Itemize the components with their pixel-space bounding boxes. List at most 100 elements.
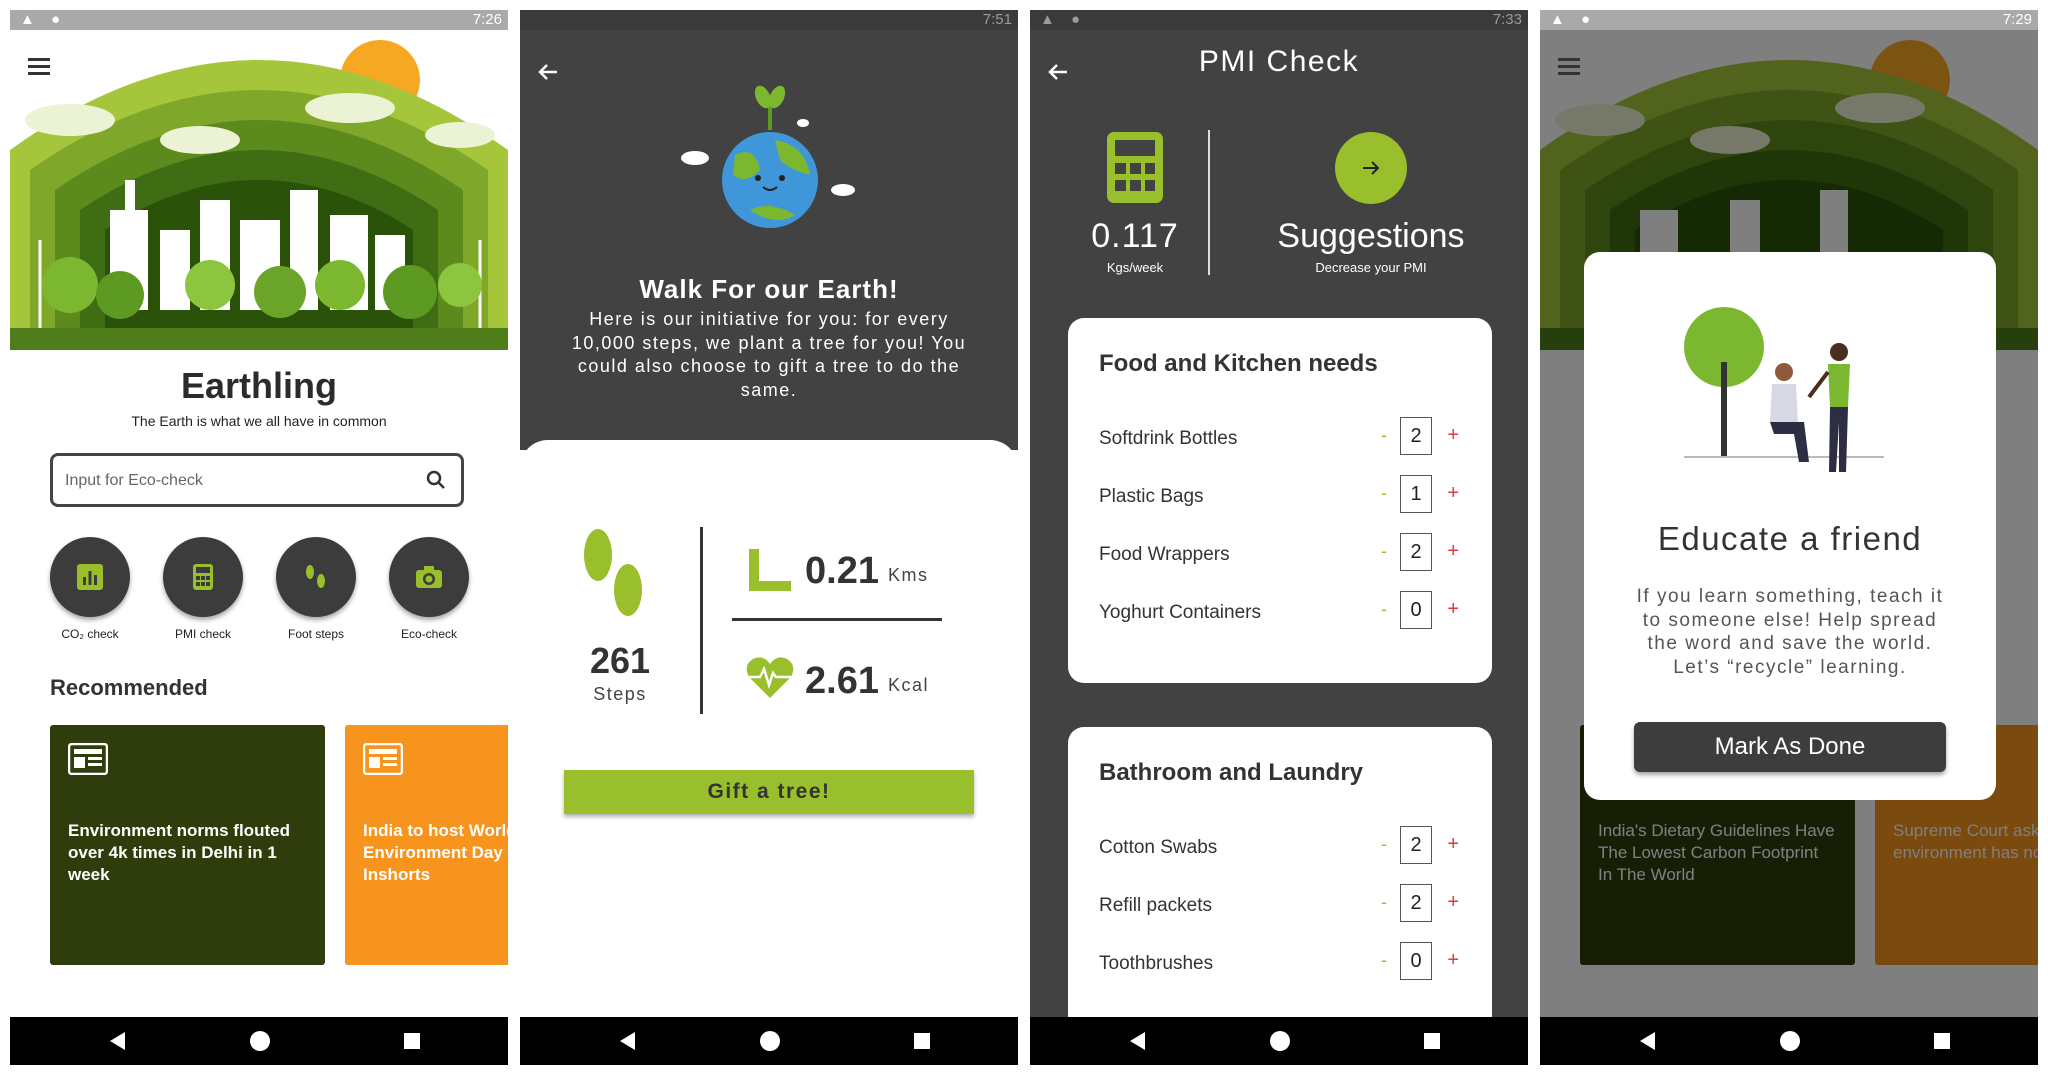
nav-back-icon[interactable] xyxy=(1640,1032,1655,1050)
suggestions-button[interactable] xyxy=(1335,132,1407,204)
section-title: Bathroom and Laundry xyxy=(1099,759,1364,786)
nav-home-icon[interactable] xyxy=(250,1031,270,1051)
quantity-value[interactable]: 2 xyxy=(1400,826,1432,864)
status-bar: ▲ ● 7:33 xyxy=(1030,10,1528,30)
status-time: 7:29 xyxy=(2002,11,2032,28)
calculator-icon xyxy=(193,564,213,590)
gift-tree-button[interactable]: Gift a tree! xyxy=(564,770,974,814)
distance-unit: Kms xyxy=(888,565,929,585)
decrement-button[interactable]: - xyxy=(1381,425,1387,446)
item-label: Toothbrushes xyxy=(1099,953,1214,974)
eco-check-button[interactable]: Eco-check xyxy=(379,537,479,641)
nav-home-icon[interactable] xyxy=(1270,1031,1290,1051)
decrement-button[interactable]: - xyxy=(1381,834,1387,855)
news-card[interactable]: India to host World Environment Day June… xyxy=(345,725,508,965)
nav-bar xyxy=(10,1017,508,1065)
quantity-value[interactable]: 0 xyxy=(1400,591,1432,629)
arrow-right-icon xyxy=(1363,161,1380,175)
nav-back-icon[interactable] xyxy=(1130,1032,1145,1050)
status-time: 7:33 xyxy=(1492,11,1522,28)
nav-home-icon[interactable] xyxy=(760,1031,780,1051)
co2-check-button[interactable]: CO₂ check xyxy=(40,537,140,641)
increment-button[interactable]: + xyxy=(1447,598,1459,621)
item-label: Yoghurt Containers xyxy=(1099,602,1261,623)
status-time: 7:26 xyxy=(472,11,502,28)
pmi-circle[interactable] xyxy=(163,537,243,617)
hero-illustration xyxy=(10,30,508,350)
dialog-title: Educate a friend xyxy=(1657,520,1923,557)
pmi-check-label: PMI check xyxy=(174,627,231,641)
quantity-value[interactable]: 0 xyxy=(1400,942,1432,980)
increment-button[interactable]: + xyxy=(1447,540,1459,563)
decrement-button[interactable]: - xyxy=(1381,541,1387,562)
notification-icons: ▲ ● xyxy=(1040,11,1087,28)
foot-steps-button[interactable]: Foot steps xyxy=(266,537,366,641)
item-label: Plastic Bags xyxy=(1099,486,1204,507)
quantity-stepper: - 1 + xyxy=(1373,475,1469,515)
steps-value: 261 xyxy=(589,640,651,681)
quantity-value[interactable]: 1 xyxy=(1400,475,1432,513)
item-label: Cotton Swabs xyxy=(1099,837,1218,858)
steps-label: Steps xyxy=(593,684,647,704)
nav-recents-icon[interactable] xyxy=(1424,1033,1440,1049)
search-icon[interactable] xyxy=(425,469,447,491)
menu-icon[interactable] xyxy=(28,54,50,79)
people-tree-illustration xyxy=(1684,307,1884,472)
news-card[interactable]: Environment norms flouted over 4k times … xyxy=(50,725,325,965)
camera-icon xyxy=(416,566,442,588)
increment-button[interactable]: + xyxy=(1447,482,1459,505)
eco-check-circle[interactable] xyxy=(389,537,469,617)
back-arrow-icon[interactable] xyxy=(536,60,560,84)
search-box xyxy=(50,453,464,507)
pmi-item-row: Cotton Swabs - 2 + xyxy=(1099,826,1469,868)
co2-circle[interactable] xyxy=(50,537,130,617)
section-title: Food and Kitchen needs xyxy=(1099,350,1378,377)
status-bar: ▲ ● 7:26 xyxy=(10,10,508,30)
bar-chart-icon xyxy=(77,564,103,590)
decrement-button[interactable]: - xyxy=(1381,483,1387,504)
calculator-icon xyxy=(1107,132,1163,203)
increment-button[interactable]: + xyxy=(1447,949,1459,972)
back-arrow-icon[interactable] xyxy=(1046,60,1070,84)
quantity-value[interactable]: 2 xyxy=(1400,533,1432,571)
page-title: PMI Check xyxy=(1198,45,1360,78)
dialog-message: If you learn something, teach it to some… xyxy=(1636,586,1944,678)
quantity-value[interactable]: 2 xyxy=(1400,884,1432,922)
status-bar: 7:51 xyxy=(520,10,1018,30)
menu-icon[interactable] xyxy=(1558,54,1580,79)
eco-check-label: Eco-check xyxy=(400,627,458,641)
news-icon xyxy=(68,743,108,775)
nav-home-icon[interactable] xyxy=(1780,1031,1800,1051)
mark-as-done-button[interactable]: Mark As Done xyxy=(1634,722,1946,772)
walk-description: Here is our initiative for you: for ever… xyxy=(571,309,967,400)
news-card-text: Environment norms flouted over 4k times … xyxy=(68,821,290,884)
quantity-stepper: - 2 + xyxy=(1373,533,1469,573)
decrement-button[interactable]: - xyxy=(1381,892,1387,913)
quantity-stepper: - 2 + xyxy=(1373,417,1469,457)
heart-pulse-icon xyxy=(746,657,794,698)
decrement-button[interactable]: - xyxy=(1381,950,1387,971)
nav-recents-icon[interactable] xyxy=(914,1033,930,1049)
decrement-button[interactable]: - xyxy=(1381,599,1387,620)
nav-recents-icon[interactable] xyxy=(404,1033,420,1049)
nav-back-icon[interactable] xyxy=(620,1032,635,1050)
quantity-value[interactable]: 2 xyxy=(1400,417,1432,455)
increment-button[interactable]: + xyxy=(1447,424,1459,447)
nav-bar xyxy=(1030,1017,1528,1065)
home-screen: ▲ ● 7:26 Earthling The Earth is what we … xyxy=(10,10,508,1065)
foot-steps-circle[interactable] xyxy=(276,537,356,617)
notification-icons: ▲ ● xyxy=(20,11,67,28)
pmi-screen: ▲ ● 7:33 PMI Check 0.117 Kgs/week Sugges… xyxy=(1030,10,1528,1065)
nav-bar xyxy=(520,1017,1018,1065)
search-input[interactable] xyxy=(63,468,407,494)
nav-bar xyxy=(1540,1017,2038,1065)
footprints-icon xyxy=(584,529,642,616)
nav-back-icon[interactable] xyxy=(110,1032,125,1050)
pmi-check-button[interactable]: PMI check xyxy=(153,537,253,641)
increment-button[interactable]: + xyxy=(1447,891,1459,914)
increment-button[interactable]: + xyxy=(1447,833,1459,856)
quantity-stepper: - 0 + xyxy=(1373,942,1469,982)
nav-recents-icon[interactable] xyxy=(1934,1033,1950,1049)
app-subtitle: The Earth is what we all have in common xyxy=(131,413,387,429)
walk-screen: 7:51 Walk For our Earth! Here is our ini… xyxy=(520,10,1018,1065)
